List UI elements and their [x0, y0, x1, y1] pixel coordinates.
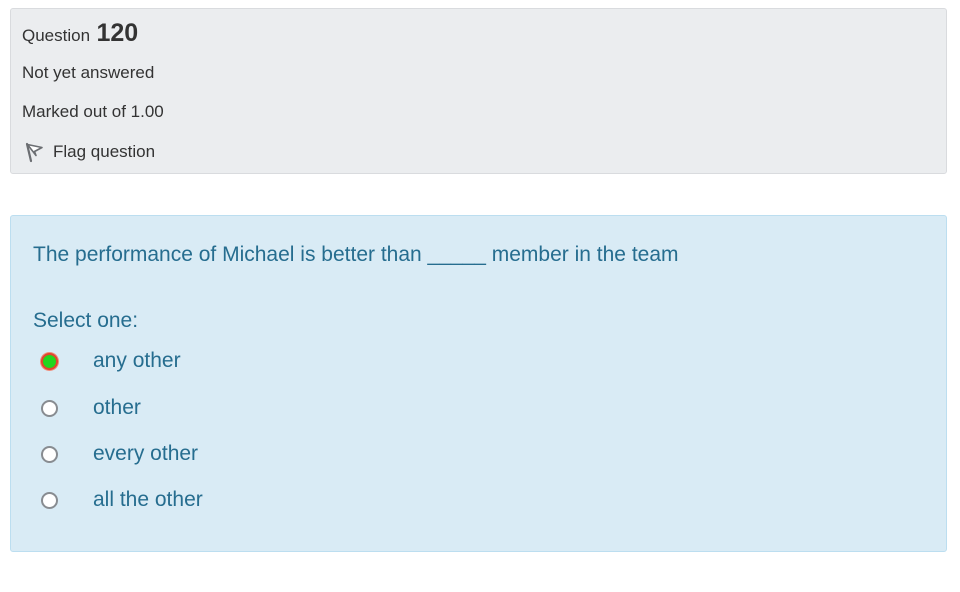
radio-button[interactable]	[41, 445, 58, 463]
question-info-panel: Question 120 Not yet answered Marked out…	[10, 8, 947, 174]
question-content-panel: The performance of Michael is better tha…	[10, 215, 947, 552]
question-grade: Marked out of 1.00	[22, 102, 164, 121]
radio-button[interactable]	[41, 491, 58, 509]
question-number: 120	[96, 19, 139, 47]
answer-option-label[interactable]: every other	[93, 442, 198, 466]
flag-icon	[23, 141, 45, 163]
answer-option-every-other[interactable]: every other	[41, 441, 198, 467]
answer-option-label[interactable]: all the other	[93, 488, 203, 512]
flag-question-link[interactable]: Flag question	[23, 140, 155, 164]
answer-option-other[interactable]: other	[41, 395, 141, 421]
radio-button-selected[interactable]	[41, 352, 58, 370]
answer-option-label[interactable]: any other	[93, 349, 181, 373]
select-one-prompt: Select one:	[33, 309, 139, 332]
answer-option-all-the-other[interactable]: all the other	[41, 487, 203, 513]
question-heading: Question 120	[22, 19, 138, 48]
question-text: The performance of Michael is better tha…	[33, 243, 679, 266]
question-state: Not yet answered	[22, 63, 155, 82]
radio-button[interactable]	[41, 399, 58, 417]
answer-option-any-other[interactable]: any other	[41, 348, 181, 374]
flag-question-label: Flag question	[53, 142, 156, 161]
answer-option-label[interactable]: other	[93, 396, 141, 420]
question-label: Question	[22, 26, 91, 45]
